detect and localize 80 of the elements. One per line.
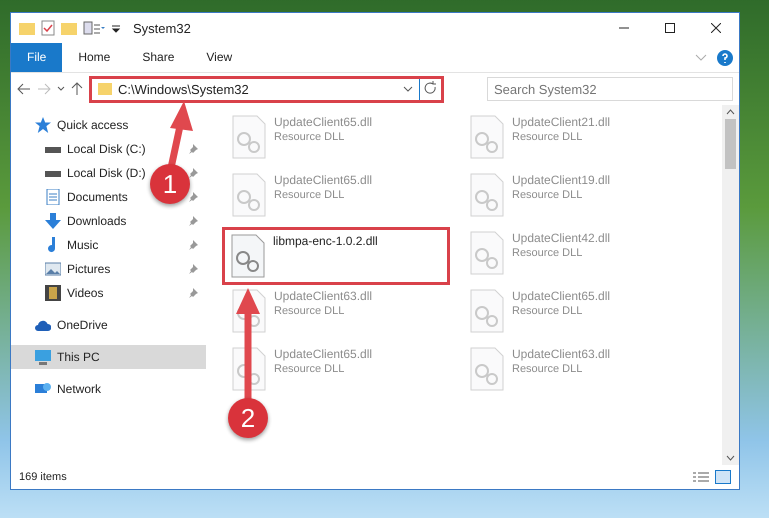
nav-item[interactable]: Quick access [35,115,128,135]
file-type: Resource DLL [512,363,584,375]
pin-icon[interactable] [188,216,198,226]
scroll-thumb[interactable] [725,119,736,169]
gear-file-icon [470,347,504,391]
nav-item[interactable]: Downloads [45,211,126,231]
gear-file-icon [470,115,504,159]
nav-item[interactable]: Pictures [45,259,110,279]
gear-file-icon [232,115,266,159]
nav-item[interactable]: Videos [45,283,104,303]
chevron-down-icon[interactable] [403,86,413,92]
close-icon [711,23,721,33]
maximize-icon [665,23,675,33]
ribbon-tab[interactable]: Home [62,43,126,72]
file-name: UpdateClient63.dll [274,289,372,303]
item-count: 169 items [19,471,67,483]
file-type: Resource DLL [274,131,346,143]
file-name: UpdateClient21.dll [512,115,610,129]
nav-item[interactable]: OneDrive [35,315,108,335]
forward-arrow-icon[interactable] [37,83,51,95]
checklist-icon[interactable] [41,20,55,36]
picture-icon [45,261,61,277]
pin-icon[interactable] [188,192,198,202]
details-view-icon[interactable] [693,471,709,483]
file-name: UpdateClient65.dll [274,115,372,129]
ribbon-tab[interactable]: View [190,43,248,72]
nav-item[interactable]: Local Disk (D:) [45,163,146,183]
address-bar[interactable]: C:\Windows\System32 [89,76,444,102]
properties-icon[interactable] [83,21,105,35]
large-icons-view-icon[interactable] [715,470,731,484]
file-name: UpdateClient42.dll [512,231,610,245]
file-type: Resource DLL [512,305,584,317]
file-name: UpdateClient65.dll [274,347,372,361]
chevron-down-icon[interactable] [726,455,735,461]
window-title: System32 [133,20,191,36]
dropdown-icon[interactable] [111,23,121,33]
document-icon [45,189,61,205]
file-name: libmpa-enc-1.0.2.dll [273,234,378,248]
ribbon-tab[interactable]: Share [126,43,190,72]
minimize-icon [619,27,629,29]
ribbon-tab[interactable]: File [11,43,62,72]
file-name: UpdateClient65.dll [274,173,372,187]
nav-item[interactable]: This PC [35,347,100,367]
pin-icon[interactable] [188,240,198,250]
film-icon [45,285,61,301]
gear-file-icon [231,234,265,278]
star-icon [35,117,51,133]
back-arrow-icon[interactable] [17,83,31,95]
monitor-icon [35,349,51,365]
pin-icon[interactable] [188,168,198,178]
folder-icon [98,82,112,96]
scrollbar[interactable] [722,105,739,465]
gear-file-icon [232,173,266,217]
file-item[interactable]: libmpa-enc-1.0.2.dll [222,227,450,285]
help-icon[interactable] [717,50,733,66]
gear-file-icon [232,347,266,391]
nav-item[interactable]: Network [35,379,102,399]
file-type: Resource DLL [274,305,346,317]
pin-icon[interactable] [188,144,198,154]
file-type: Resource DLL [274,363,346,375]
gear-file-icon [470,231,504,275]
file-type: Resource DLL [512,189,584,201]
file-type: Resource DLL [512,247,584,259]
file-name: UpdateClient19.dll [512,173,610,187]
chevron-up-icon[interactable] [726,109,735,115]
nav-item[interactable]: Local Disk (C:) [45,139,146,159]
search-field[interactable]: Search System32 [487,77,733,101]
gear-file-icon [470,173,504,217]
file-type: Resource DLL [512,131,584,143]
file-name: UpdateClient65.dll [512,289,610,303]
file-type: Resource DLL [274,189,346,201]
file-name: UpdateClient63.dll [512,347,610,361]
nav-item[interactable]: Documents [45,187,128,207]
pin-icon[interactable] [188,264,198,274]
gear-file-icon [470,289,504,333]
pin-icon[interactable] [188,288,198,298]
down-arrow-icon [45,213,61,229]
nav-item[interactable]: Music [45,235,98,255]
chevron-down-icon[interactable] [57,86,65,92]
up-arrow-icon[interactable] [71,82,83,96]
